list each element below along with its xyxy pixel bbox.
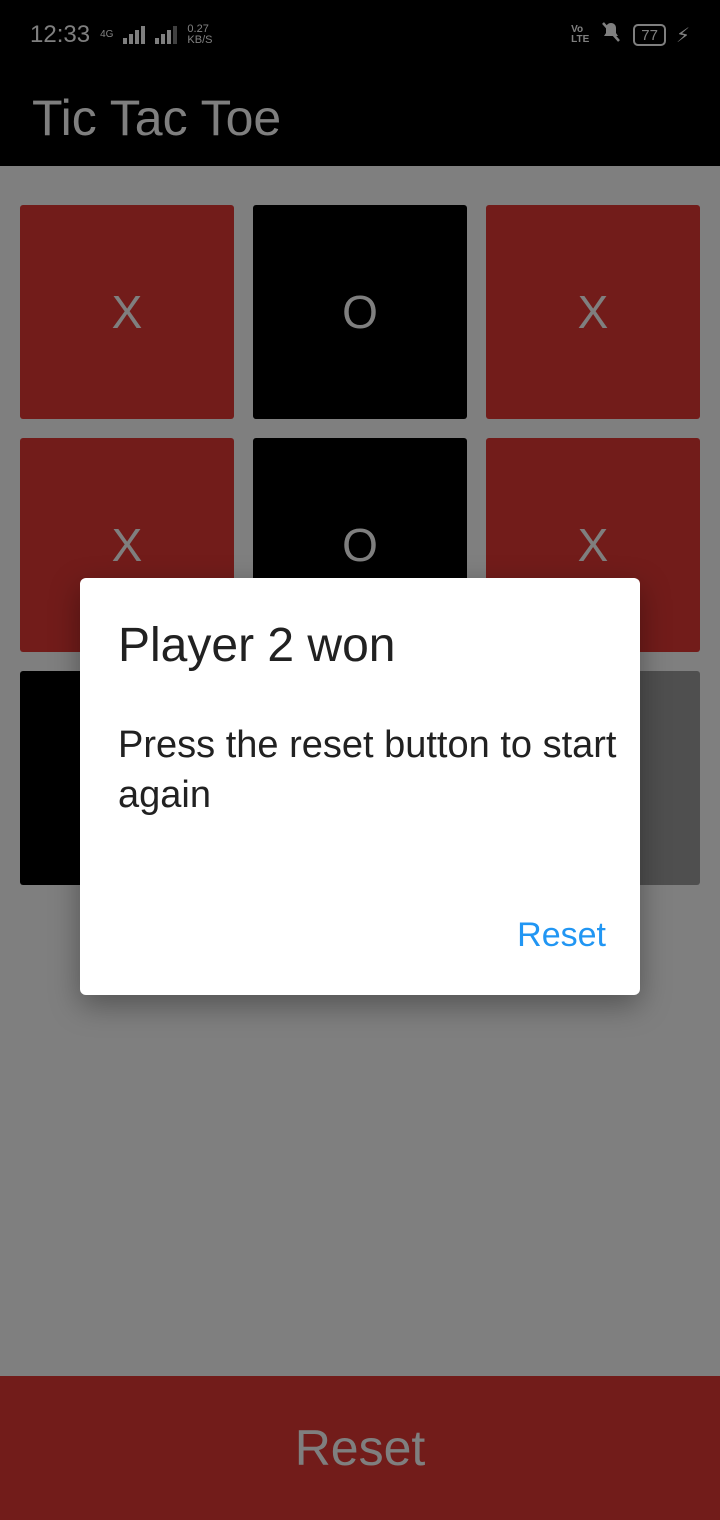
screen: 12:33 4G 0.27 KB/S Vo LTE (0, 0, 720, 1520)
dialog-message: Press the reset button to start again (118, 724, 617, 816)
dialog-reset-button[interactable]: Reset (517, 916, 606, 955)
dialog-title: Player 2 won (118, 619, 396, 672)
result-dialog: Player 2 won Press the reset button to s… (80, 578, 640, 995)
